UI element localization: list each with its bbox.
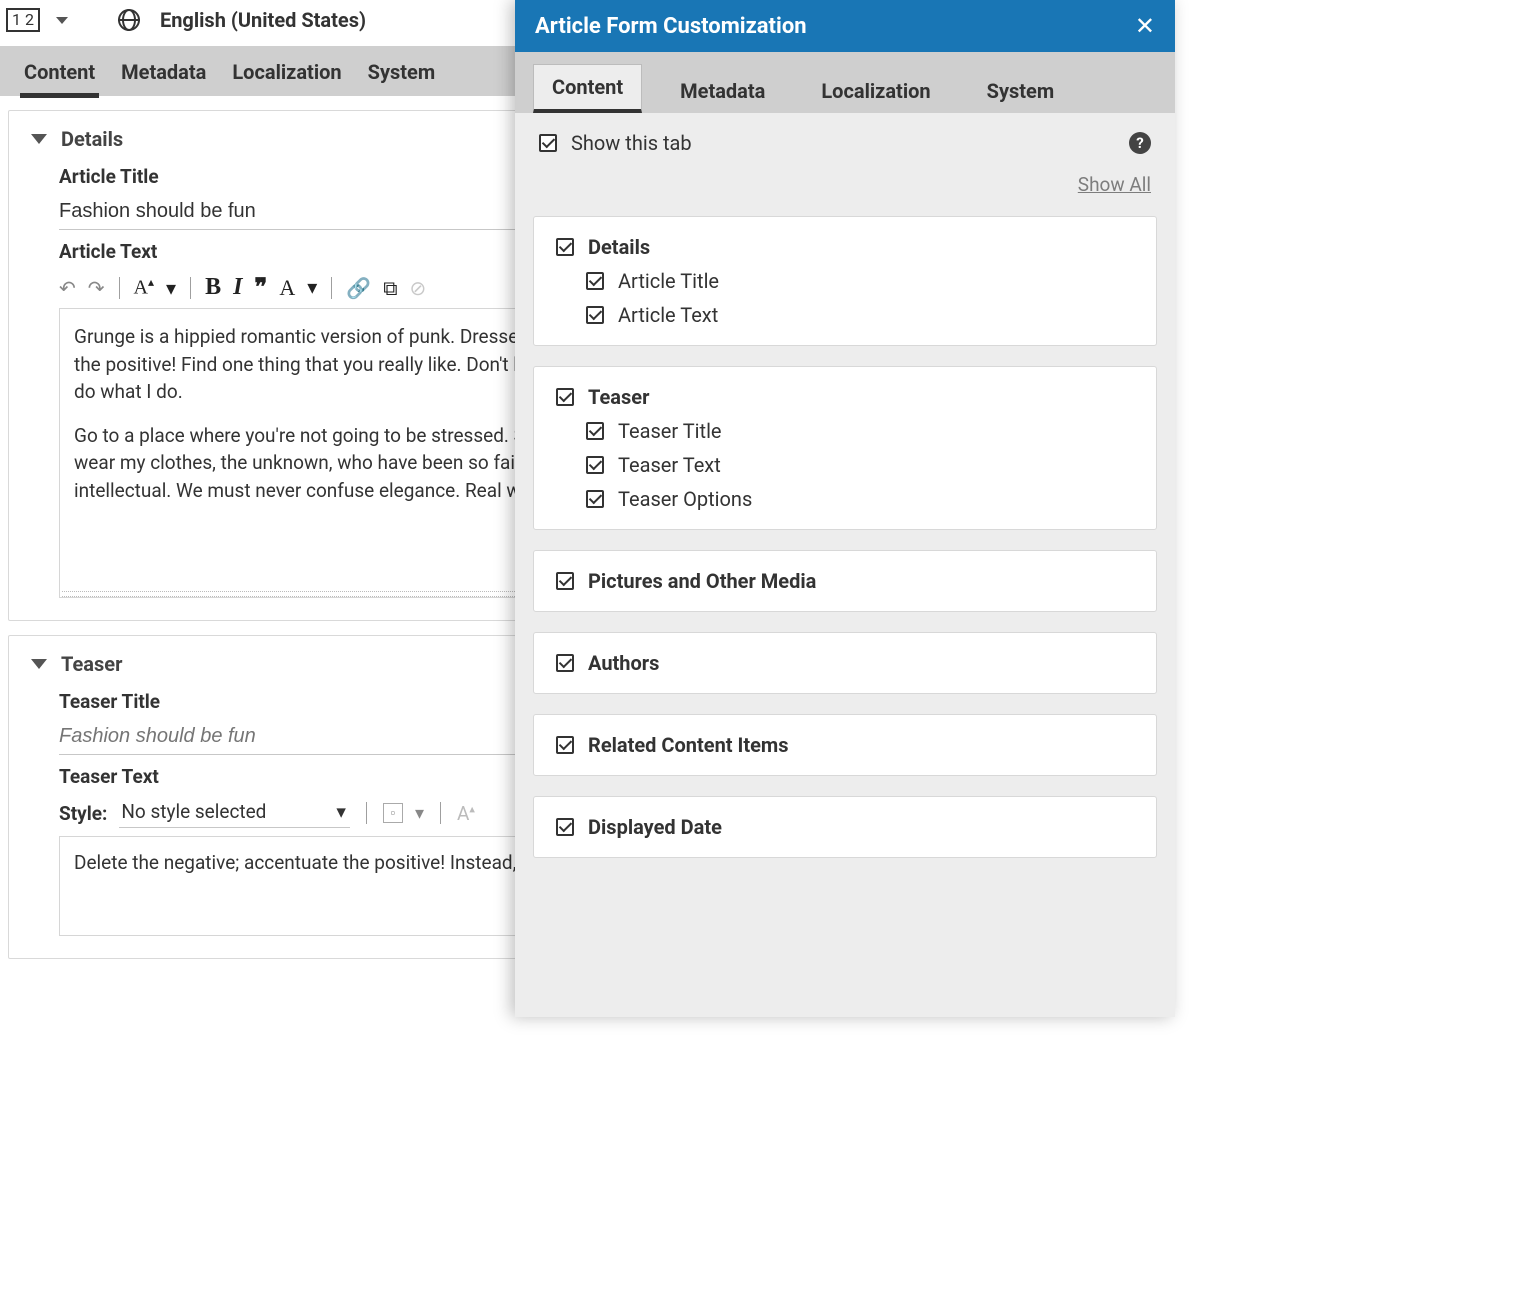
customization-group: Related Content Items xyxy=(533,714,1157,776)
rp-tab-system[interactable]: System xyxy=(969,69,1073,113)
checkbox-icon xyxy=(586,422,604,440)
customization-group: Pictures and Other Media xyxy=(533,550,1157,612)
checkbox-icon xyxy=(556,736,574,754)
box-icon[interactable]: ▫ xyxy=(383,803,403,823)
tab-system[interactable]: System xyxy=(368,60,436,84)
group-header[interactable]: Pictures and Other Media xyxy=(556,569,1134,593)
customization-tabs: Content Metadata Localization System xyxy=(515,52,1175,113)
group-header[interactable]: Details xyxy=(556,235,1134,259)
group-item-label: Teaser Text xyxy=(618,453,721,477)
clear-format-icon[interactable]: A xyxy=(279,275,295,301)
bold-icon[interactable]: B xyxy=(205,274,221,301)
italic-icon[interactable]: I xyxy=(233,274,242,301)
style-select-value: No style selected xyxy=(121,800,266,823)
checkbox-icon xyxy=(556,654,574,672)
chevron-down-icon[interactable]: ▾ xyxy=(166,276,176,300)
tab-content[interactable]: Content xyxy=(24,60,95,84)
group-label: Pictures and Other Media xyxy=(588,569,816,593)
link-icon[interactable]: 🔗 xyxy=(346,276,371,300)
chevron-down-icon[interactable] xyxy=(56,17,68,24)
show-this-tab-checkbox[interactable]: Show this tab xyxy=(539,131,692,155)
group-header[interactable]: Displayed Date xyxy=(556,815,1134,839)
tab-localization[interactable]: Localization xyxy=(232,60,341,84)
globe-icon[interactable] xyxy=(118,9,140,31)
chevron-down-icon[interactable] xyxy=(31,134,47,144)
help-icon[interactable]: ? xyxy=(1129,132,1151,154)
checkbox-icon xyxy=(539,134,557,152)
tab-metadata[interactable]: Metadata xyxy=(121,60,206,84)
customization-body: DetailsArticle TitleArticle TextTeaserTe… xyxy=(515,212,1175,1017)
customization-group: Displayed Date xyxy=(533,796,1157,858)
group-header[interactable]: Teaser xyxy=(556,385,1134,409)
show-all-link[interactable]: Show All xyxy=(1078,173,1151,196)
customization-panel: Article Form Customization ✕ Content Met… xyxy=(515,0,1175,1017)
checkbox-icon xyxy=(586,490,604,508)
quote-icon[interactable]: ❞ xyxy=(254,273,267,302)
group-item[interactable]: Teaser Text xyxy=(586,453,1134,477)
customization-subheader: Show this tab ? Show All xyxy=(515,113,1175,212)
show-this-tab-label: Show this tab xyxy=(571,131,692,155)
embed-icon[interactable]: ⧉ xyxy=(383,276,397,300)
style-select[interactable]: No style selected ▾ xyxy=(119,798,350,828)
rp-tab-content[interactable]: Content xyxy=(533,64,642,113)
teaser-panel-title: Teaser xyxy=(61,652,122,676)
group-item-label: Article Text xyxy=(618,303,718,327)
close-icon[interactable]: ✕ xyxy=(1135,12,1155,40)
chevron-down-icon[interactable]: ▾ xyxy=(307,275,317,300)
checkbox-icon xyxy=(586,456,604,474)
font-size-icon[interactable]: A▴ xyxy=(457,802,475,825)
style-label: Style: xyxy=(59,802,107,825)
column-layout-toggle[interactable]: 1 2 xyxy=(6,8,40,32)
details-panel-title: Details xyxy=(61,127,123,151)
group-item[interactable]: Article Title xyxy=(586,269,1134,293)
group-label: Displayed Date xyxy=(588,815,722,839)
customization-title: Article Form Customization xyxy=(535,14,807,39)
chevron-down-icon[interactable] xyxy=(31,659,47,669)
customization-group: Authors xyxy=(533,632,1157,694)
rp-tab-localization[interactable]: Localization xyxy=(803,69,948,113)
font-size-icon[interactable]: A▴ xyxy=(134,275,154,300)
checkbox-icon xyxy=(556,388,574,406)
checkbox-icon xyxy=(556,238,574,256)
group-item-label: Article Title xyxy=(618,269,719,293)
customization-group: Details Article Title Article Text xyxy=(533,216,1157,346)
group-header[interactable]: Authors xyxy=(556,651,1134,675)
rp-tab-metadata[interactable]: Metadata xyxy=(662,69,783,113)
checkbox-icon xyxy=(586,272,604,290)
customization-group: Teaser Teaser Title Teaser Text Teaser Opti… xyxy=(533,366,1157,530)
group-item[interactable]: Teaser Options xyxy=(586,487,1134,511)
undo-icon[interactable]: ↶ xyxy=(59,276,76,300)
checkbox-icon xyxy=(556,818,574,836)
group-label: Authors xyxy=(588,651,659,675)
customization-header: Article Form Customization ✕ xyxy=(515,0,1175,52)
group-item-label: Teaser Options xyxy=(618,487,752,511)
chevron-down-icon[interactable]: ▾ xyxy=(415,803,424,824)
group-label: Details xyxy=(588,235,650,259)
group-item-label: Teaser Title xyxy=(618,419,722,443)
checkbox-icon xyxy=(586,306,604,324)
locale-label[interactable]: English (United States) xyxy=(160,8,366,32)
group-header[interactable]: Related Content Items xyxy=(556,733,1134,757)
redo-icon[interactable]: ↷ xyxy=(88,276,105,300)
remove-link-icon[interactable]: ⊘ xyxy=(409,276,426,300)
group-item[interactable]: Article Text xyxy=(586,303,1134,327)
group-label: Teaser xyxy=(588,385,649,409)
group-label: Related Content Items xyxy=(588,733,789,757)
group-item[interactable]: Teaser Title xyxy=(586,419,1134,443)
chevron-down-icon: ▾ xyxy=(336,800,346,823)
checkbox-icon xyxy=(556,572,574,590)
